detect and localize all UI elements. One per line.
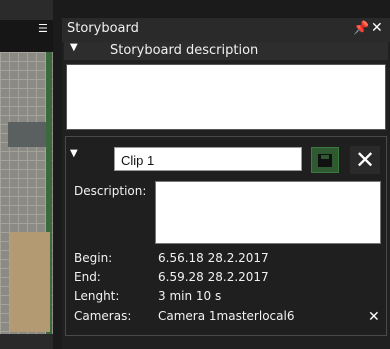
storyboard-panel: Storyboard 📌 ✕ ▼ Storyboard description … bbox=[62, 18, 390, 349]
panel-titlebar: Storyboard 📌 ✕ bbox=[62, 18, 390, 42]
pane-menu-icon[interactable]: ☰ bbox=[38, 23, 50, 35]
save-button[interactable] bbox=[311, 147, 339, 173]
end-value: 6.59.28 28.2.2017 bbox=[158, 270, 269, 284]
storyboard-window: ☰ Storyboard 📌 ✕ ▼ Storyboard descriptio… bbox=[0, 0, 390, 349]
length-label: Lenght: bbox=[74, 289, 120, 303]
video-toolbar bbox=[0, 0, 53, 20]
floppy-icon-slot bbox=[321, 155, 329, 159]
clip-card: ▼ ✕ Description: Begin: 6.56.18 28.2.201… bbox=[65, 136, 387, 336]
begin-label: Begin: bbox=[74, 251, 113, 265]
camera-image bbox=[0, 52, 53, 334]
storyboard-description-field[interactable] bbox=[66, 64, 386, 130]
end-label: End: bbox=[74, 270, 101, 284]
clip-collapse-caret-icon[interactable]: ▼ bbox=[70, 148, 78, 159]
collapse-caret-icon[interactable]: ▼ bbox=[70, 42, 78, 53]
board-object bbox=[8, 122, 46, 147]
description-label: Description: bbox=[74, 184, 147, 198]
cameras-label: Cameras: bbox=[74, 309, 132, 323]
camera-view bbox=[0, 0, 53, 349]
clip-description-field[interactable] bbox=[155, 181, 381, 244]
video-bottom-bar bbox=[0, 334, 53, 349]
cameras-value: Camera 1masterlocal6 bbox=[158, 309, 295, 323]
pallet-object bbox=[10, 232, 50, 332]
delete-clip-button[interactable]: ✕ bbox=[350, 146, 380, 174]
pin-icon[interactable]: 📌 bbox=[353, 21, 369, 36]
length-value: 3 min 10 s bbox=[158, 289, 222, 303]
close-icon[interactable]: ✕ bbox=[371, 20, 383, 36]
remove-camera-icon[interactable]: ✕ bbox=[368, 309, 380, 325]
storyboard-description-label: Storyboard description bbox=[110, 43, 259, 58]
storyboard-description-header[interactable]: ▼ Storyboard description bbox=[64, 42, 388, 60]
panel-title: Storyboard bbox=[67, 21, 139, 36]
clip-name-input[interactable] bbox=[114, 147, 302, 171]
begin-value: 6.56.18 28.2.2017 bbox=[158, 251, 269, 265]
